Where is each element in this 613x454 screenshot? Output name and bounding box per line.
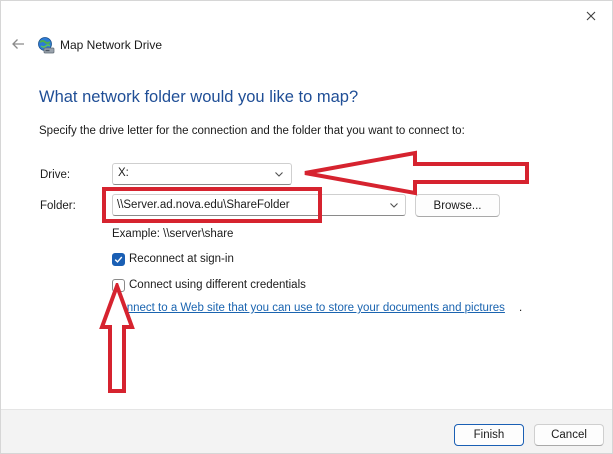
credentials-checkbox[interactable] [112,278,125,292]
link-period: . [519,302,523,314]
checkmark-icon [114,256,123,263]
annotation-arrow-up [99,283,135,393]
window-title: Map Network Drive [60,38,163,52]
back-button[interactable] [7,33,29,55]
example-text: Example: \\server\share [112,228,234,240]
browse-button[interactable]: Browse... [415,194,500,217]
reconnect-checkbox[interactable] [112,252,125,266]
network-drive-icon [38,37,55,54]
credentials-label: Connect using different credentials [129,279,306,291]
back-arrow-icon [12,39,24,49]
reconnect-label: Reconnect at sign-in [129,253,234,265]
map-network-drive-window: Map Network Drive What network folder wo… [0,0,613,454]
drive-label: Drive: [40,169,71,181]
reconnect-option: Reconnect at sign-in [112,251,234,267]
dialog-footer: Finish Cancel [1,409,612,453]
instructions-text: Specify the drive letter for the connect… [39,125,465,137]
drive-select[interactable]: X: [112,163,292,185]
close-button[interactable] [576,5,606,27]
page-heading: What network folder would you like to ma… [39,88,359,106]
finish-button[interactable]: Finish [454,424,524,446]
close-icon [586,11,596,21]
folder-highlight-box [102,187,322,223]
folder-label: Folder: [40,200,76,212]
annotation-arrow-left [304,150,529,196]
chevron-down-icon[interactable] [388,199,400,211]
credentials-option: Connect using different credentials [112,277,306,293]
drive-select-value: X: [118,167,129,179]
wizard-header: Map Network Drive [1,31,612,61]
web-site-link[interactable]: Connect to a Web site that you can use t… [112,302,505,314]
chevron-down-icon [275,172,283,177]
cancel-button[interactable]: Cancel [534,424,604,446]
